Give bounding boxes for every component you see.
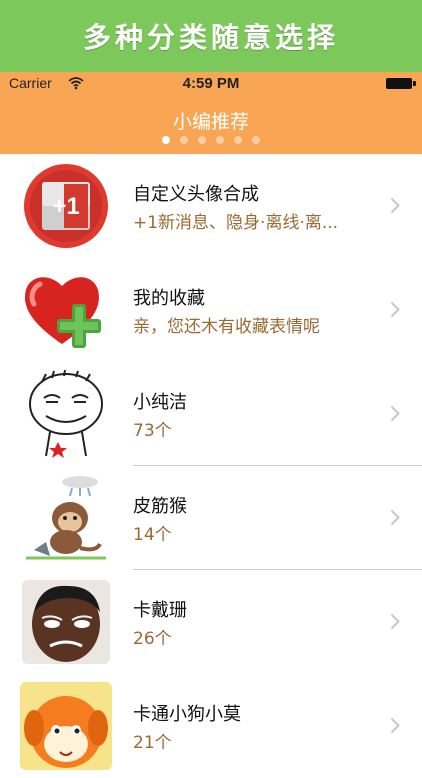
cartoon-dog-icon — [20, 682, 112, 770]
page-dot[interactable] — [162, 136, 170, 144]
chevron-right-icon — [390, 717, 400, 734]
page-dot[interactable] — [216, 136, 224, 144]
page-indicator[interactable] — [0, 136, 422, 144]
item-title: 我的收藏 — [133, 288, 205, 309]
heart-plus-icon — [20, 266, 112, 354]
plus-one-badge-icon: +1 — [20, 162, 112, 250]
nav-title: 小编推荐 — [172, 111, 249, 133]
list-item-pijinhou[interactable]: 皮筋猴 14个 — [0, 466, 422, 570]
item-subtitle: 21个 — [133, 733, 172, 753]
nav-bar: 小编推荐 — [0, 96, 422, 154]
item-subtitle: 26个 — [133, 629, 172, 649]
chevron-right-icon — [390, 301, 400, 318]
item-title: 自定义头像合成 — [133, 184, 259, 205]
page-dot[interactable] — [252, 136, 260, 144]
promo-banner: 多种分类随意选择 — [0, 0, 422, 72]
list-item-cartoon-dog[interactable]: 卡通小狗小莫 21个 — [0, 674, 422, 778]
list-item-xiaochunjie[interactable]: 小纯洁 73个 — [0, 362, 422, 466]
man-face-icon — [20, 578, 112, 666]
clock: 4:59 PM — [182, 75, 240, 92]
item-title: 卡通小狗小莫 — [133, 704, 241, 725]
item-subtitle: 14个 — [133, 525, 172, 545]
battery-tip — [413, 81, 416, 86]
chevron-right-icon — [390, 405, 400, 422]
chevron-right-icon — [390, 197, 400, 214]
sketch-face-icon — [20, 370, 112, 458]
item-title: 皮筋猴 — [133, 496, 187, 517]
list-item-custom-avatar[interactable]: +1 自定义头像合成 +1新消息、隐身·离线·离... — [0, 154, 422, 258]
item-title: 卡戴珊 — [133, 600, 187, 621]
item-title: 小纯洁 — [133, 392, 187, 413]
monkey-icon — [20, 474, 112, 562]
status-bar: Carrier 4:59 PM — [0, 72, 422, 96]
battery-icon — [386, 78, 412, 89]
page-dot[interactable] — [198, 136, 206, 144]
page-dot[interactable] — [234, 136, 242, 144]
chevron-right-icon — [390, 509, 400, 526]
chevron-right-icon — [390, 613, 400, 630]
badge-text: +1 — [52, 193, 79, 220]
category-list: +1 自定义头像合成 +1新消息、隐身·离线·离... 我的收藏 亲，您还木有收… — [0, 154, 422, 778]
item-subtitle: +1新消息、隐身·离线·离... — [133, 213, 339, 233]
promo-text: 多种分类随意选择 — [82, 21, 339, 54]
page-dot[interactable] — [180, 136, 188, 144]
list-item-favorites[interactable]: 我的收藏 亲，您还木有收藏表情呢 — [0, 258, 422, 362]
item-subtitle: 73个 — [133, 421, 172, 441]
list-item-kadaishan[interactable]: 卡戴珊 26个 — [0, 570, 422, 674]
item-subtitle: 亲，您还木有收藏表情呢 — [133, 317, 320, 337]
